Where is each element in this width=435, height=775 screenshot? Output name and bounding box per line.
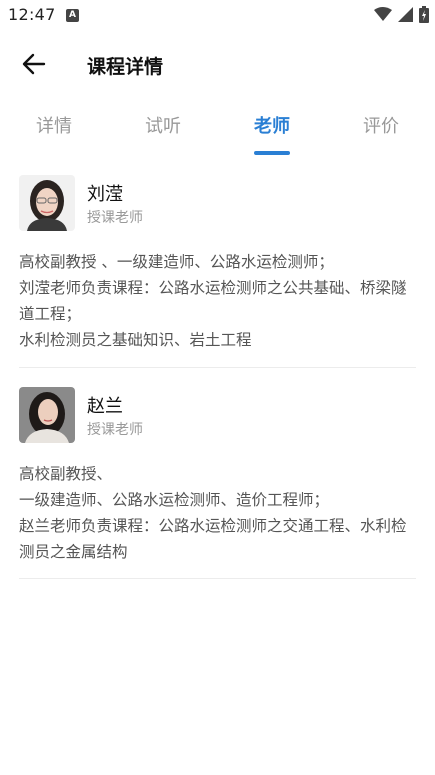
- bio-line: 一级建造师、公路水运检测师、造价工程师；: [19, 491, 330, 509]
- avatar: [19, 387, 75, 443]
- status-time: 12:47: [8, 5, 56, 24]
- status-bar: 12:47 A: [0, 0, 435, 30]
- app-bar: 课程详情: [0, 38, 435, 90]
- teacher-card: 赵兰 授课老师 高校副教授、 一级建造师、公路水运检测师、造价工程师； 赵兰老师…: [19, 387, 416, 579]
- page-title: 课程详情: [87, 56, 164, 78]
- tab-details[interactable]: 详情: [0, 112, 108, 138]
- arrow-left-icon: [22, 53, 46, 75]
- bio-line: 赵兰老师负责课程：公路水运检测师之交通工程、水利检测员之金属结构: [19, 517, 407, 561]
- teacher-bio: 高校副教授、 一级建造师、公路水运检测师、造价工程师； 赵兰老师负责课程：公路水…: [19, 461, 416, 565]
- notification-icon: A: [66, 9, 79, 22]
- tab-teachers[interactable]: 老师: [218, 112, 326, 138]
- teacher-name: 刘滢: [87, 184, 123, 205]
- divider: [19, 367, 416, 368]
- back-button[interactable]: [18, 50, 50, 78]
- bio-line: 高校副教授 、一级建造师、公路水运检测师；: [19, 253, 334, 271]
- signal-icon: [398, 7, 413, 22]
- status-icons: [374, 6, 429, 23]
- battery-icon: [419, 6, 429, 23]
- tab-bar: 详情 试听 老师 评价: [0, 104, 435, 156]
- avatar: [19, 175, 75, 231]
- teacher-name: 赵兰: [87, 396, 123, 417]
- bio-line: 高校副教授、: [19, 465, 113, 483]
- wifi-icon: [374, 7, 392, 21]
- teacher-role: 授课老师: [87, 210, 143, 226]
- bio-line: 水利检测员之基础知识、岩土工程: [19, 331, 252, 349]
- divider: [19, 578, 416, 579]
- tab-reviews[interactable]: 评价: [327, 112, 435, 138]
- tab-indicator: [254, 151, 290, 155]
- teacher-card: 刘滢 授课老师 高校副教授 、一级建造师、公路水运检测师； 刘滢老师负责课程：公…: [19, 175, 416, 368]
- teacher-bio: 高校副教授 、一级建造师、公路水运检测师； 刘滢老师负责课程：公路水运检测师之公…: [19, 249, 416, 353]
- bio-line: 刘滢老师负责课程：公路水运检测师之公共基础、桥梁隧道工程；: [19, 279, 407, 323]
- teacher-role: 授课老师: [87, 422, 143, 438]
- tab-trial[interactable]: 试听: [109, 112, 217, 138]
